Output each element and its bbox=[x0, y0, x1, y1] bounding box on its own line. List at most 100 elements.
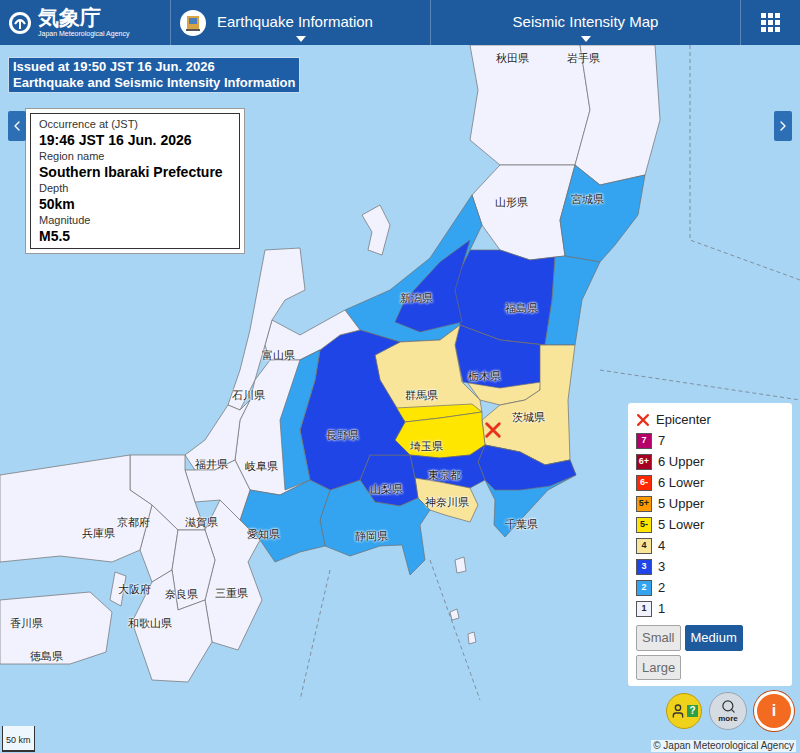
info-glyph: i bbox=[772, 703, 776, 719]
legend-badge: 5- bbox=[636, 517, 652, 533]
prefecture-label: 愛知県 bbox=[247, 528, 280, 541]
prefecture-label: 福島県 bbox=[505, 302, 538, 315]
legend-label: 5 Upper bbox=[658, 494, 704, 514]
dropdown-arrow-icon bbox=[581, 36, 591, 42]
epicenter-icon bbox=[484, 421, 502, 439]
scale-bar: 50 km bbox=[2, 726, 35, 752]
event-field: Depth50km bbox=[39, 181, 231, 213]
size-button[interactable]: Large bbox=[636, 655, 681, 681]
help-glyph: ? bbox=[687, 705, 697, 717]
legend-label: 7 bbox=[658, 431, 665, 451]
nav-earthquake-information[interactable]: Earthquake Information bbox=[170, 0, 430, 45]
intensity-area bbox=[235, 350, 320, 495]
intensity-area bbox=[320, 480, 430, 575]
agency-subtitle: Japan Meteorological Agency bbox=[38, 29, 129, 38]
field-label: Magnitude bbox=[39, 213, 231, 227]
legend-badge: 7 bbox=[636, 433, 652, 449]
prev-button[interactable] bbox=[8, 111, 26, 141]
field-value: M5.5 bbox=[39, 227, 231, 245]
intensity-area bbox=[455, 557, 466, 573]
legend-badge: 1 bbox=[636, 601, 652, 617]
size-buttons: SmallMediumLarge bbox=[636, 625, 784, 680]
legend-item: 11 bbox=[636, 598, 784, 619]
size-button[interactable]: Small bbox=[636, 625, 681, 651]
header-bar: 気象庁Japan Meteorological Agency Earthquake… bbox=[0, 0, 800, 45]
legend-badge: 6- bbox=[636, 475, 652, 491]
issued-title: Earthquake and Seismic Intensity Informa… bbox=[13, 75, 295, 91]
field-label: Occurrence at (JST) bbox=[39, 117, 231, 131]
prefecture-label: 栃木県 bbox=[468, 370, 501, 383]
intensity-area bbox=[0, 592, 112, 664]
info-button[interactable]: i bbox=[754, 691, 794, 731]
issued-time: Issued at 19:50 JST 16 Jun. 2026 bbox=[13, 59, 295, 75]
prefecture-label: 石川県 bbox=[232, 389, 265, 402]
event-field: Occurrence at (JST)19:46 JST 16 Jun. 202… bbox=[39, 117, 231, 149]
legend-label: 6 Lower bbox=[658, 473, 704, 493]
menu-button[interactable] bbox=[740, 0, 800, 45]
more-button[interactable]: more bbox=[709, 692, 747, 730]
prefecture-label: 徳島県 bbox=[30, 650, 63, 663]
prefecture-label: 岐阜県 bbox=[245, 460, 278, 473]
intensity-area bbox=[478, 445, 576, 537]
prefecture-label: 山梨県 bbox=[370, 483, 403, 496]
prefecture-label: 長野県 bbox=[326, 429, 359, 442]
map-canvas[interactable]: 秋田県岩手県山形県宮城県新潟県福島県富山県石川県群馬県栃木県茨城県長野県埼玉県福… bbox=[0, 45, 800, 753]
jma-emblem-icon bbox=[8, 11, 32, 35]
intensity-area bbox=[575, 45, 660, 185]
prefecture-label: 新潟県 bbox=[400, 292, 433, 305]
intensity-area bbox=[450, 609, 459, 620]
intensity-area bbox=[472, 165, 575, 260]
prefecture-label: 三重県 bbox=[215, 587, 248, 600]
prefecture-label: 奈良県 bbox=[165, 588, 198, 601]
legend-item: 6+6 Upper bbox=[636, 451, 784, 472]
prefecture-label: 埼玉県 bbox=[410, 440, 443, 453]
event-field: Region nameSouthern Ibaraki Prefecture bbox=[39, 149, 231, 181]
intensity-area bbox=[455, 325, 545, 388]
dropdown-arrow-icon bbox=[296, 36, 306, 42]
legend-panel: Epicenter776+6 Upper6-6 Lower5+5 Upper5-… bbox=[628, 403, 792, 686]
legend-item: 5+ 5 Upper bbox=[636, 493, 784, 514]
app-root: 気象庁Japan Meteorological Agency Earthquake… bbox=[0, 0, 800, 753]
prefecture-label: 静岡県 bbox=[355, 530, 388, 543]
intensity-area bbox=[0, 455, 152, 562]
legend-label: 2 bbox=[658, 578, 665, 598]
legend-epicenter: Epicenter bbox=[636, 409, 784, 430]
help-button[interactable]: ? bbox=[666, 693, 702, 729]
intensity-area bbox=[545, 256, 600, 345]
intensity-area bbox=[395, 240, 470, 332]
tool-buttons: ? more i bbox=[666, 691, 794, 731]
next-button[interactable] bbox=[774, 111, 792, 141]
prefecture-label: 京都府 bbox=[117, 516, 150, 529]
prefecture-label: 秋田県 bbox=[496, 52, 529, 65]
legend-label: 6 Upper bbox=[658, 452, 704, 472]
legend-label: 3 bbox=[658, 557, 665, 577]
field-label: Depth bbox=[39, 181, 231, 195]
size-button[interactable]: Medium bbox=[685, 625, 743, 651]
issued-banner: Issued at 19:50 JST 16 Jun. 2026Earthqua… bbox=[8, 57, 300, 93]
nav-seismic-intensity-map[interactable]: Seismic Intensity Map bbox=[430, 0, 740, 45]
legend-badge: 2 bbox=[636, 580, 652, 596]
agency-logo[interactable]: 気象庁Japan Meteorological Agency bbox=[0, 0, 170, 45]
legend-item: 77 bbox=[636, 430, 784, 451]
field-value: 19:46 JST 16 Jun. 2026 bbox=[39, 131, 231, 149]
intensity-area bbox=[468, 632, 476, 644]
grid-menu-icon bbox=[761, 13, 781, 33]
legend-label: 5 Lower bbox=[658, 515, 704, 535]
legend-item: 33 bbox=[636, 556, 784, 577]
intensity-area bbox=[560, 165, 645, 262]
magnifier-icon bbox=[721, 699, 736, 714]
chevron-left-icon bbox=[9, 118, 25, 134]
event-info-box: Occurrence at (JST)19:46 JST 16 Jun. 202… bbox=[25, 108, 245, 254]
nav-label: Earthquake Information bbox=[217, 11, 373, 34]
field-label: Region name bbox=[39, 149, 231, 163]
agency-name: 気象庁 bbox=[38, 7, 129, 29]
prefecture-label: 東京都 bbox=[428, 469, 461, 482]
intensity-area bbox=[280, 350, 320, 490]
legend-badge: 5+ bbox=[636, 496, 652, 512]
prefecture-label: 福井県 bbox=[195, 458, 228, 471]
epicenter-cross-icon bbox=[636, 413, 650, 427]
intensity-area bbox=[478, 445, 576, 490]
intensity-area bbox=[345, 195, 482, 342]
prefecture-label: 兵庫県 bbox=[82, 527, 115, 540]
prefecture-label: 茨城県 bbox=[512, 411, 545, 424]
